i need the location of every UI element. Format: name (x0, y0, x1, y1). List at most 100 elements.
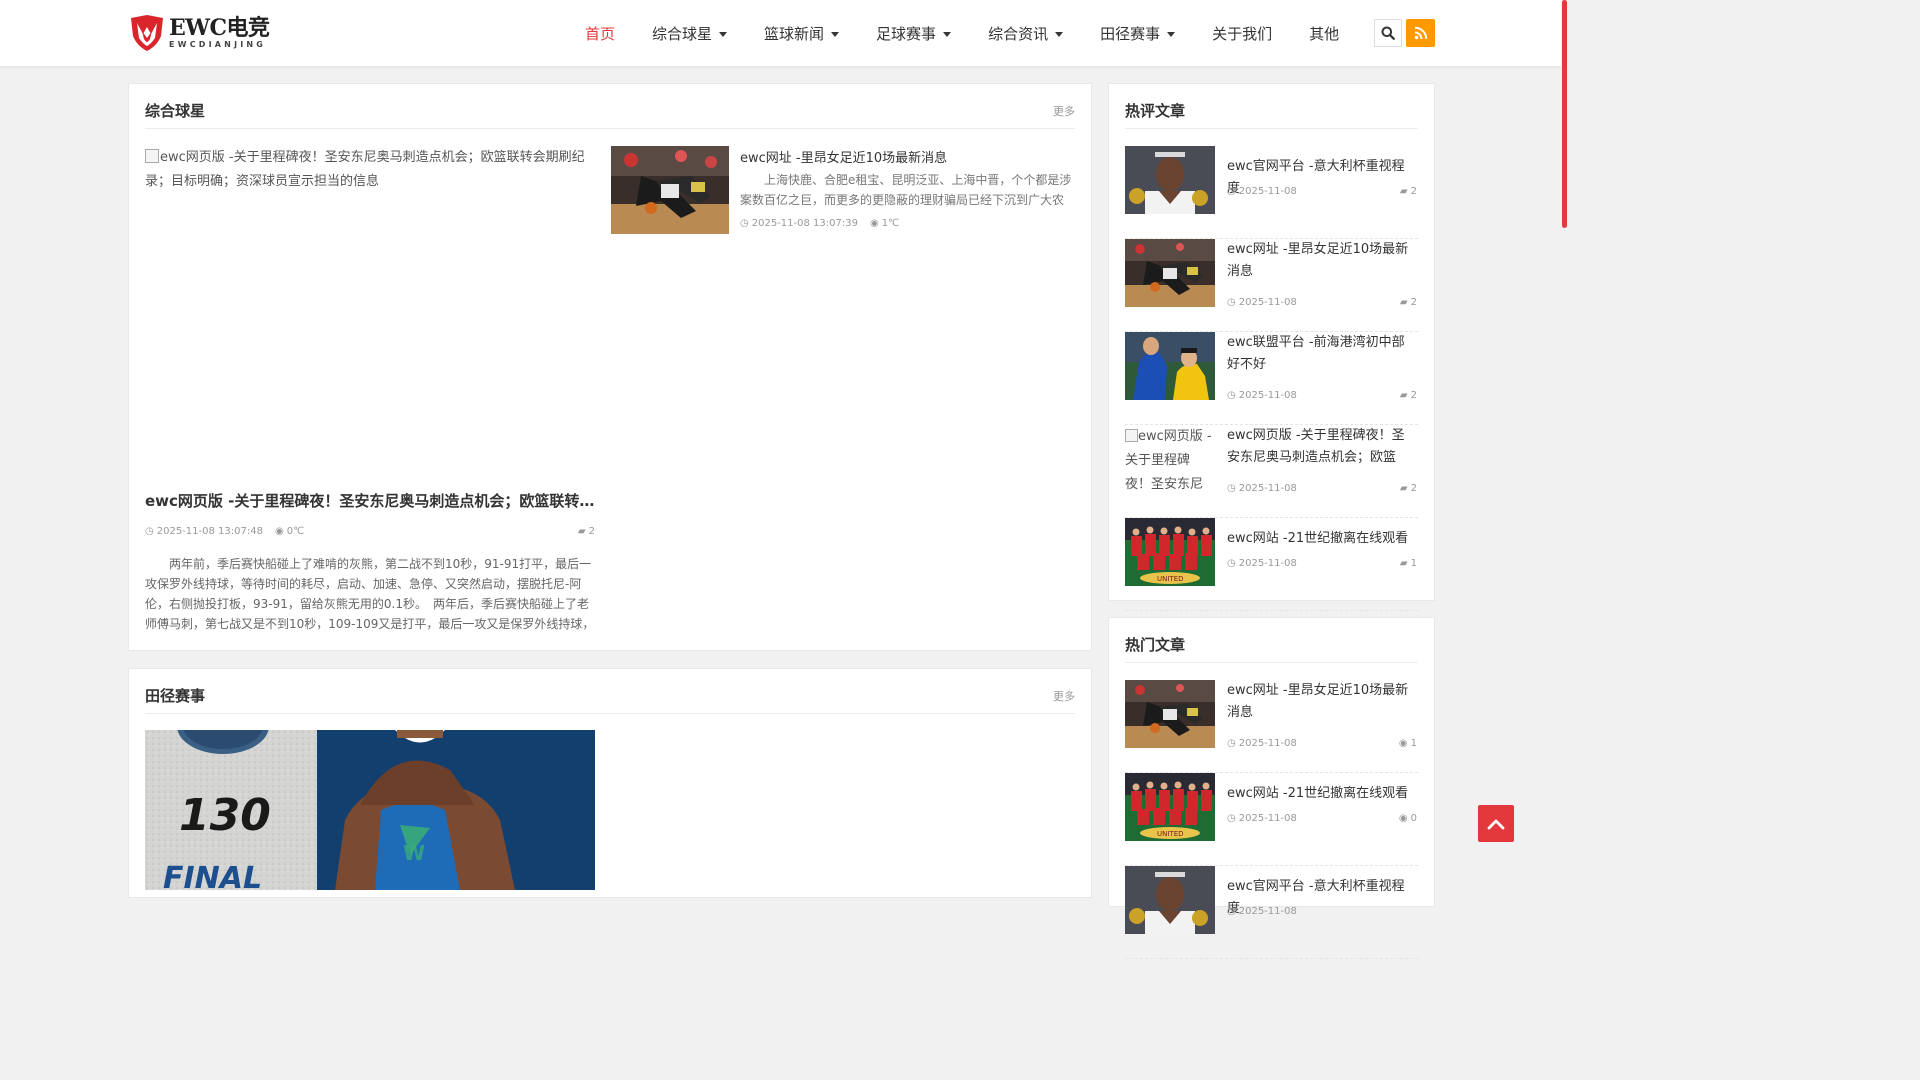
list-item-title[interactable]: ewc网页版 -关于里程碑夜！圣安东尼奥马刺造点机会；欧篮联… (1227, 425, 1417, 469)
search-icon (1381, 26, 1395, 40)
list-item-date: 2025-11-08 (1238, 186, 1297, 197)
caret-down-icon (1055, 32, 1064, 37)
player-photo (1125, 146, 1215, 214)
section-athletics: 田径赛事 更多 130 FINAL W (128, 668, 1092, 898)
nav-item-5[interactable]: 田径赛事 (1100, 23, 1176, 44)
list-item-title[interactable]: ewc网址 -里昂女足近10场最新消息 (1227, 680, 1417, 724)
broken-image-icon (145, 149, 159, 163)
list-item-count: 1 (1410, 558, 1417, 569)
caret-down-icon (943, 32, 952, 37)
side-article-meta: ◷ 2025-11-08 13:07:39 ◉ 1℃ (740, 218, 899, 229)
clock-icon: ◷ (1227, 738, 1236, 749)
list-item-title[interactable]: ewc网站 -21世纪撤离在线观看 (1227, 783, 1417, 805)
nav-item-label: 田径赛事 (1100, 25, 1161, 43)
comment-icon: ▰ (1399, 483, 1408, 494)
clock-icon: ◷ (145, 526, 154, 537)
feature-meta: ◷ 2025-11-08 13:07:48 ◉ 0℃ ▰ 2 (145, 526, 595, 537)
list-item-title[interactable]: ewc网站 -21世纪撤离在线观看 (1227, 528, 1417, 550)
logo-sub-text: EWCDIANJING (169, 40, 267, 49)
nav-item-6[interactable]: 关于我们 (1212, 23, 1272, 44)
broken-image-icon (1125, 429, 1138, 442)
list-thumbnail[interactable] (1125, 332, 1215, 400)
sidebar-list-item[interactable]: ewc网址 -里昂女足近10场最新消息 ◷ 2025-11-08 ▰ 2 (1125, 239, 1418, 332)
eye-icon: ◉ (1398, 738, 1408, 749)
sidebar-list-item[interactable]: ewc联盟平台 -前海港湾初中部好不好 ◷ 2025-11-08 ▰ 2 (1125, 332, 1418, 425)
thumbnail-alt-text: ewc网页版 -关于里程碑夜！圣安东尼 (1125, 429, 1212, 492)
clock-icon: ◷ (1227, 558, 1236, 569)
list-thumbnail[interactable] (1125, 866, 1215, 934)
list-thumbnail[interactable]: UNITED (1125, 518, 1215, 586)
feature-date: 2025-11-08 13:07:48 (156, 526, 263, 537)
site-header: EWC电竞 EWCDIANJING 首页 综合球星 篮球新闻 足球赛事 综合资讯 田径赛事… (0, 0, 1561, 67)
sidebar-list-item[interactable]: UNITED ewc网站 -21世纪撤离在线观看 ◷ 2025-11-08 ▰ 1 (1125, 518, 1418, 611)
site-logo[interactable]: EWC电竞 EWCDIANJING (129, 14, 270, 52)
athletics-feature-image[interactable]: 130 FINAL W (145, 730, 595, 890)
list-item-count-wrap: ▰ 2 (1400, 186, 1417, 197)
feature-comment-count: 2 (588, 526, 595, 537)
side-article-title[interactable]: ewc网址 -里昂女足近10场最新消息 (740, 147, 947, 166)
side-date: 2025-11-08 13:07:39 (751, 218, 858, 229)
eye-icon: ◉ (1398, 813, 1408, 824)
list-thumbnail[interactable] (1125, 680, 1215, 748)
clock-icon: ◷ (1227, 297, 1236, 308)
list-item-count-wrap: ▰ 2 (1400, 390, 1417, 401)
feature-comments: ▰ 2 (578, 526, 595, 537)
sidebar-hot-comments: 热评文章 ewc官网平台 -意大利杯重视程度 ◷ 2025-11-08 ▰ 2 ewc网址… (1108, 83, 1435, 611)
sidebar-list-item[interactable]: ewc官网平台 -意大利杯重视程度 ◷ 2025-11-08 (1125, 866, 1418, 959)
nav-item-4[interactable]: 综合资讯 (988, 23, 1064, 44)
sidebar-list-item[interactable]: ewc网页版 -关于里程碑夜！圣安东尼 ewc网页版 -关于里程碑夜！圣安东尼奥马… (1125, 425, 1418, 518)
section-stars: 综合球星 更多 ewc网页版 -关于里程碑夜！圣安东尼奥马刺造点机会；欧篮联转会… (128, 83, 1092, 651)
caret-down-icon (831, 32, 840, 37)
list-item-count-wrap: ▰ 2 (1400, 483, 1417, 494)
feature-title[interactable]: ewc网页版 -关于里程碑夜！圣安东尼奥马刺造点机会；欧篮联转会… (145, 490, 595, 511)
sidebar-header: 热门文章 (1125, 618, 1418, 663)
side-article-thumbnail[interactable] (611, 146, 729, 234)
comment-icon: ▰ (577, 526, 586, 537)
sidebar-header: 热评文章 (1125, 84, 1418, 129)
list-item-date: 2025-11-08 (1238, 738, 1297, 749)
list-item-date: 2025-11-08 (1238, 813, 1297, 824)
sidebar-list-item[interactable]: UNITED ewc网站 -21世纪撤离在线观看 ◷ 2025-11-08 ◉ 0 (1125, 773, 1418, 866)
poster-number: 130 (179, 790, 271, 841)
list-thumbnail[interactable] (1125, 146, 1215, 214)
feature-image-broken[interactable]: ewc网页版 -关于里程碑夜！圣安东尼奥马刺造点机会；欧篮联转会期刷纪录；目标明… (145, 146, 595, 476)
nav-item-1[interactable]: 综合球星 (652, 23, 728, 44)
nav-item-label: 综合球星 (652, 25, 713, 43)
poster-word: FINAL (163, 861, 262, 890)
chevron-up-icon (1487, 819, 1505, 829)
list-item-count: 2 (1410, 483, 1417, 494)
list-item-count: 1 (1410, 738, 1417, 749)
more-link[interactable]: 更多 (1053, 688, 1075, 704)
rss-button[interactable] (1406, 19, 1435, 47)
section-title: 综合球星 (145, 102, 206, 120)
clock-icon: ◷ (740, 218, 749, 229)
search-button[interactable] (1374, 19, 1402, 47)
clock-icon: ◷ (1227, 186, 1236, 197)
nav-item-label: 篮球新闻 (764, 25, 825, 43)
more-link[interactable]: 更多 (1053, 103, 1075, 119)
scrollbar-thumb[interactable] (1562, 0, 1567, 228)
list-item-meta: ◷ 2025-11-08 ▰ 2 (1227, 297, 1417, 308)
side-views: 1℃ (881, 218, 900, 229)
list-thumbnail[interactable]: UNITED (1125, 773, 1215, 841)
list-thumbnail-broken[interactable]: ewc网页版 -关于里程碑夜！圣安东尼 (1125, 425, 1215, 493)
nav-item-3[interactable]: 足球赛事 (876, 23, 952, 44)
feature-description: 两年前，季后赛快船碰上了难啃的灰熊，第二战不到10秒，91-91打平，最后一攻保… (145, 554, 595, 634)
clock-icon: ◷ (1227, 906, 1236, 917)
comment-icon: ▰ (1399, 186, 1408, 197)
list-thumbnail[interactable] (1125, 239, 1215, 307)
list-item-title[interactable]: ewc网址 -里昂女足近10场最新消息 (1227, 239, 1417, 283)
sidebar-list-item[interactable]: ewc官网平台 -意大利杯重视程度 ◷ 2025-11-08 ▰ 2 (1125, 146, 1418, 239)
nav-item-label: 综合资讯 (988, 25, 1049, 43)
sidebar-list-item[interactable]: ewc网址 -里昂女足近10场最新消息 ◷ 2025-11-08 ◉ 1 (1125, 680, 1418, 773)
list-item-title[interactable]: ewc联盟平台 -前海港湾初中部好不好 (1227, 332, 1417, 376)
side-article-description: 上海快鹿、合肥e租宝、昆明泛亚、上海中晋，个个都是涉案数百亿之巨，而更多的更隐蔽… (740, 170, 1074, 210)
nav-item-7[interactable]: 其他 (1309, 23, 1339, 44)
list-item-meta: ◷ 2025-11-08 ▰ 1 (1227, 558, 1417, 569)
back-to-top-button[interactable] (1478, 805, 1514, 842)
nav-item-0[interactable]: 首页 (585, 23, 615, 44)
team-photo: UNITED (1125, 518, 1215, 586)
nav-item-2[interactable]: 篮球新闻 (764, 23, 840, 44)
section-header: 综合球星 更多 (145, 84, 1075, 129)
page-scrollbar[interactable] (1561, 0, 1568, 882)
